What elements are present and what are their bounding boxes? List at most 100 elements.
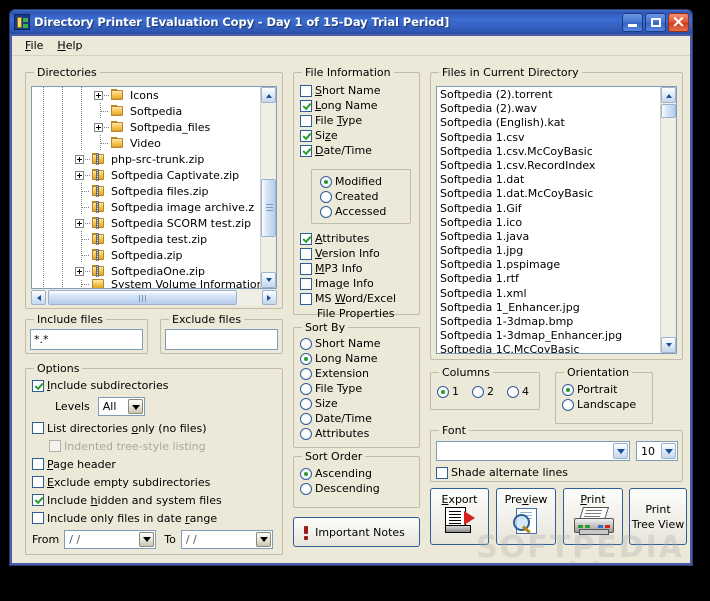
checkbox-box[interactable] (32, 494, 44, 506)
to-date-input[interactable]: / / (180, 529, 273, 549)
font-family-dropdown[interactable] (436, 441, 630, 461)
chevron-down-icon[interactable] (661, 443, 676, 459)
radio-sort-short-name[interactable]: Short Name (300, 336, 380, 351)
radio-sort-size[interactable]: Size (300, 396, 380, 411)
radio-portrait[interactable]: Portrait (562, 382, 636, 397)
radio-columns-2[interactable]: 2 (472, 384, 494, 399)
checkbox-box[interactable] (300, 247, 312, 260)
important-notes-button[interactable]: Important Notes (293, 517, 420, 547)
tree-item[interactable]: Video (32, 135, 260, 151)
from-date-input[interactable]: / / (64, 529, 157, 549)
list-item[interactable]: Softpedia (English).kat (437, 116, 660, 130)
tree-item[interactable]: Softpedia SCORM test.zip (32, 215, 260, 231)
radio-columns-4[interactable]: 4 (507, 384, 529, 399)
checkbox-date-time[interactable]: Date/Time (300, 143, 415, 158)
chevron-down-icon[interactable] (613, 443, 628, 459)
tree-item[interactable]: Softpedia files.zip (32, 183, 260, 199)
checkbox-size[interactable]: Size (300, 128, 415, 143)
radio-circle[interactable] (320, 175, 332, 188)
list-item[interactable]: Softpedia 1.csv.McCoyBasic (437, 145, 660, 159)
list-item[interactable]: Softpedia 1.rtf (437, 272, 660, 286)
radio-sort-extension[interactable]: Extension (300, 366, 380, 381)
list-item[interactable]: Softpedia (2).wav (437, 102, 660, 116)
files-listbox[interactable]: Softpedia (2).torrent Softpedia (2).wav … (436, 86, 677, 354)
close-button[interactable] (668, 11, 689, 33)
tree-item[interactable]: Softpedia.zip (32, 247, 260, 263)
checkbox-box[interactable] (300, 84, 312, 97)
menu-file[interactable]: File (18, 38, 50, 53)
menu-help[interactable]: Help (50, 38, 89, 53)
radio-circle[interactable] (507, 385, 519, 398)
checkbox-long-name[interactable]: Long Name (300, 98, 415, 113)
exclude-files-input[interactable] (165, 329, 278, 350)
checkbox-box[interactable] (300, 232, 312, 245)
directory-tree[interactable]: Icons Softpedia Softpedia_files Video ph… (31, 86, 277, 289)
chevron-down-icon[interactable] (255, 531, 271, 547)
tree-item[interactable]: Softpedia_files (32, 119, 260, 135)
radio-sort-long-name[interactable]: Long Name (300, 351, 380, 366)
tree-item[interactable]: SoftpediaOne.zip (32, 263, 260, 279)
tree-item[interactable]: Icons (32, 87, 260, 103)
checkbox-box[interactable] (300, 114, 312, 127)
scroll-left-icon[interactable] (31, 290, 46, 305)
tree-item[interactable]: php-src-trunk.zip (32, 151, 260, 167)
levels-dropdown[interactable]: All (97, 397, 145, 416)
chevron-down-icon[interactable] (139, 531, 155, 547)
expand-icon[interactable] (72, 215, 91, 231)
list-item[interactable]: Softpedia 1.xml (437, 287, 660, 301)
checkbox-box[interactable] (300, 129, 312, 142)
checkbox-exclude-empty-subdirectories[interactable]: Exclude empty subdirectories (32, 473, 278, 491)
print-button[interactable]: Print (563, 488, 623, 545)
tree-item[interactable]: Softpedia Captivate.zip (32, 167, 260, 183)
checkbox-mp3-info[interactable]: MP3 Info (300, 261, 417, 276)
radio-circle[interactable] (300, 397, 312, 410)
scroll-up-icon[interactable] (261, 87, 276, 103)
font-size-dropdown[interactable]: 10 (636, 441, 678, 461)
expand-icon[interactable] (72, 151, 91, 167)
radio-columns-1[interactable]: 1 (437, 384, 459, 399)
checkbox-date-range[interactable]: Include only files in date range (32, 509, 278, 527)
radio-circle[interactable] (320, 205, 332, 218)
checkbox-box[interactable] (300, 262, 312, 275)
checkbox-include-hidden-system[interactable]: Include hidden and system files (32, 491, 278, 509)
list-item[interactable]: Softpedia 1.dat (437, 173, 660, 187)
tree-item[interactable]: Softpedia (32, 103, 260, 119)
export-button[interactable]: Export (430, 488, 489, 545)
checkbox-box[interactable] (32, 379, 44, 392)
radio-landscape[interactable]: Landscape (562, 397, 636, 412)
expand-icon[interactable] (91, 119, 110, 135)
checkbox-box[interactable] (32, 476, 44, 488)
scroll-up-icon[interactable] (661, 87, 676, 103)
preview-button[interactable]: Preview (496, 488, 556, 545)
radio-circle[interactable] (562, 383, 574, 396)
radio-ascending[interactable]: Ascending (300, 466, 380, 481)
radio-circle[interactable] (300, 467, 312, 480)
checkbox-image-info[interactable]: Image Info (300, 276, 417, 291)
scroll-down-icon[interactable] (661, 337, 676, 353)
scroll-right-icon[interactable] (262, 290, 277, 305)
checkbox-box[interactable] (32, 422, 44, 434)
checkbox-box[interactable] (32, 458, 44, 470)
checkbox-shade-alternate[interactable]: Shade alternate lines (436, 465, 568, 480)
checkbox-file-type[interactable]: File Type (300, 113, 415, 128)
expand-icon[interactable] (72, 167, 91, 183)
checkbox-version-info[interactable]: Version Info (300, 246, 417, 261)
checkbox-box[interactable] (32, 512, 44, 524)
expand-icon[interactable] (72, 263, 91, 279)
files-vertical-scrollbar[interactable] (660, 87, 676, 353)
radio-circle[interactable] (300, 382, 312, 395)
checkbox-box[interactable] (300, 99, 312, 112)
include-files-input[interactable]: *.* (30, 329, 143, 350)
radio-circle[interactable] (437, 385, 449, 398)
radio-modified[interactable]: Modified (320, 174, 386, 189)
radio-circle[interactable] (300, 427, 312, 440)
expand-icon[interactable] (91, 87, 110, 103)
list-item[interactable]: Softpedia 1-3dmap.bmp (437, 315, 660, 329)
radio-created[interactable]: Created (320, 189, 386, 204)
list-item[interactable]: Softpedia 1.java (437, 230, 660, 244)
checkbox-include-subdirectories[interactable]: Include subdirectories (32, 377, 278, 394)
list-item[interactable]: Softpedia 1.csv.RecordIndex (437, 159, 660, 173)
minimize-button[interactable] (622, 12, 643, 32)
checkbox-box[interactable] (436, 466, 448, 479)
list-item[interactable]: Softpedia 1.dat.McCoyBasic (437, 187, 660, 201)
